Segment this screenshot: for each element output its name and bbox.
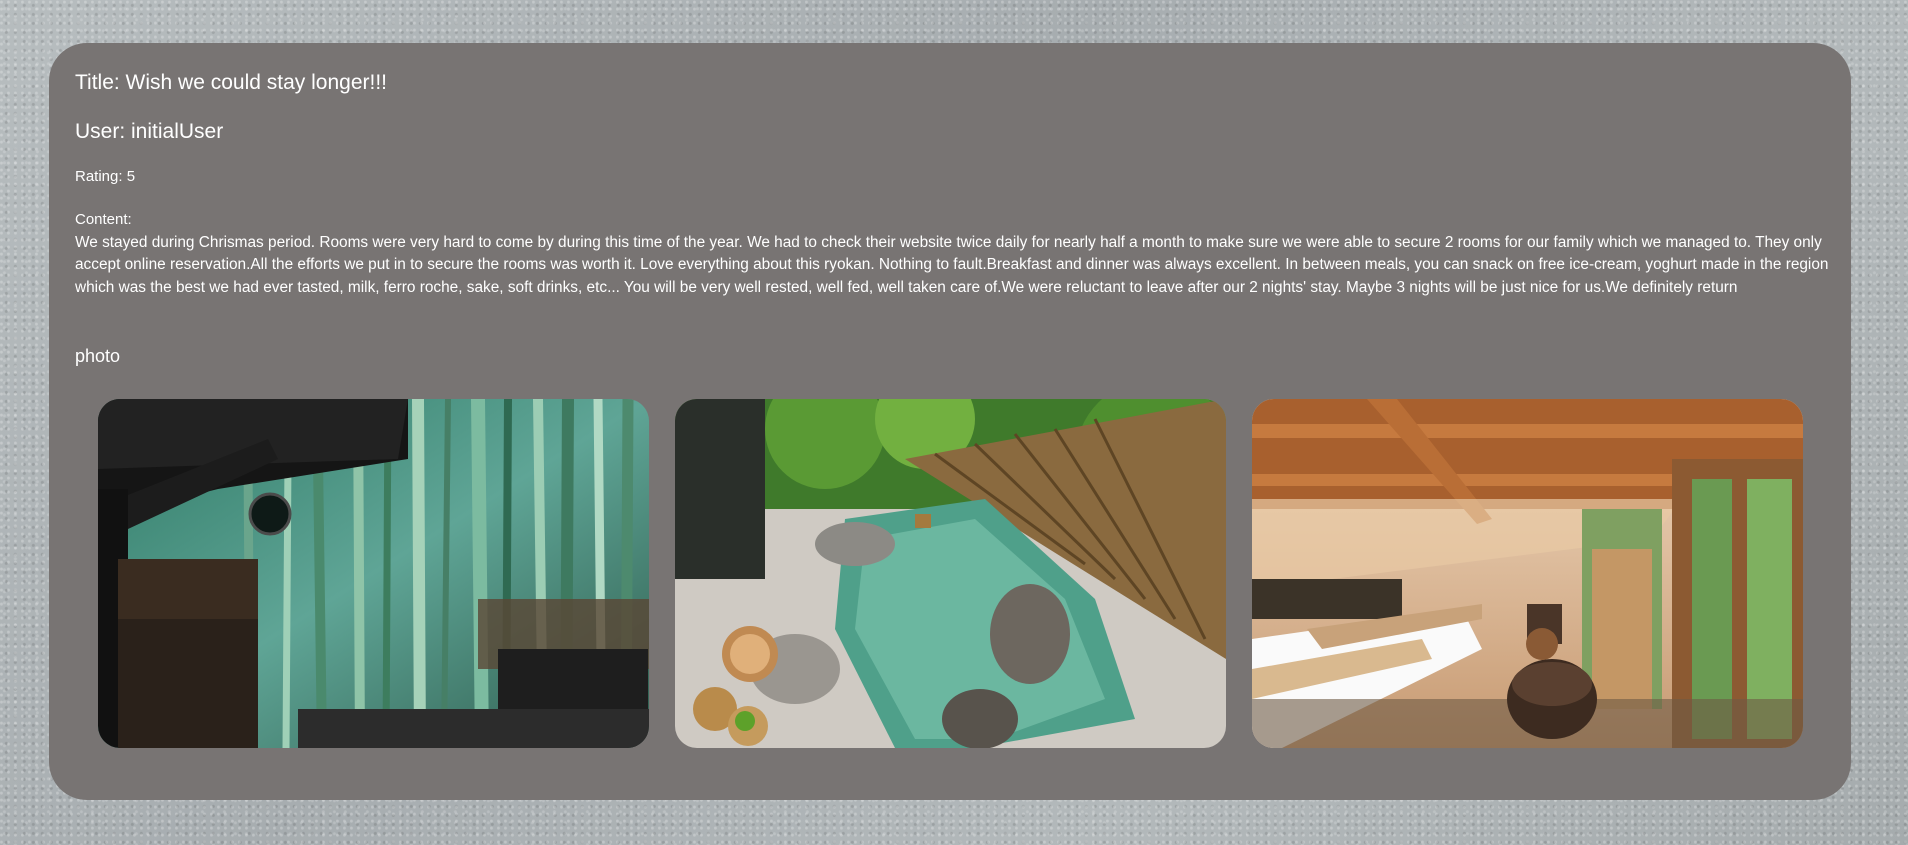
bedroom-image <box>1252 399 1803 748</box>
review-card: Title: Wish we could stay longer!!! User… <box>49 43 1851 800</box>
bamboo-forest-image <box>98 399 649 748</box>
hot-spring-image <box>675 399 1226 748</box>
review-user: User: initialUser <box>75 120 224 143</box>
review-title: Title: Wish we could stay longer!!! <box>75 71 388 94</box>
review-content: We stayed during Chrismas period. Rooms … <box>75 234 1829 296</box>
photo-label: photo <box>75 346 121 366</box>
photo-hot-spring[interactable] <box>675 399 1226 748</box>
photo-bedroom[interactable] <box>1252 399 1803 748</box>
rating-label: Rating: <box>75 168 127 185</box>
rating-value: 5 <box>126 168 136 185</box>
photo-bamboo-forest[interactable] <box>98 399 649 748</box>
review-rating: Rating: 5 <box>75 167 135 187</box>
content-label: Content: <box>75 211 132 228</box>
